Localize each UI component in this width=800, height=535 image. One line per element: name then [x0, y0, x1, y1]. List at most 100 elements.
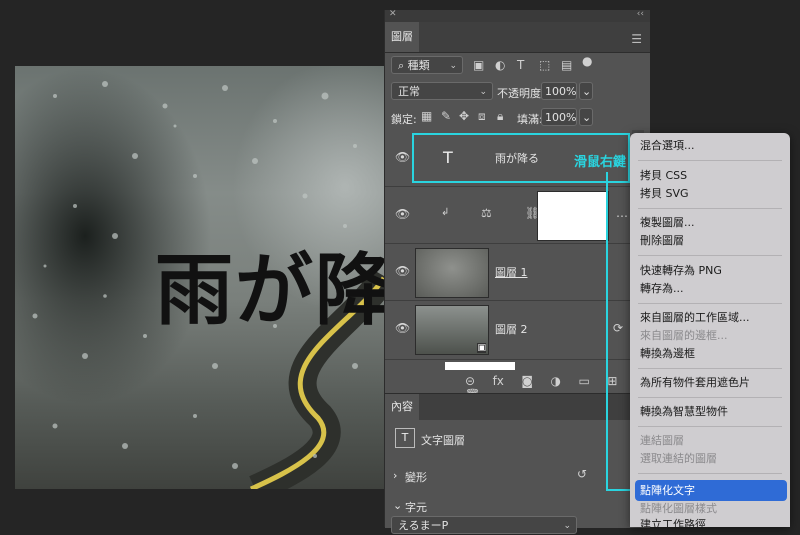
panel-menu-icon[interactable]: ☰	[631, 32, 642, 46]
menu-item-delete-layer[interactable]: 刪除圖層	[640, 233, 684, 249]
smart-object-filter-icon[interactable]: ▤	[561, 58, 572, 72]
chevron-down-icon: ⌄	[582, 85, 592, 98]
layer-row-adjustment[interactable]: 👁︎ ↲ ⚖ ⛓ …	[385, 187, 630, 244]
eye-icon[interactable]: 👁︎	[395, 207, 410, 221]
fill-label: 填滿:	[517, 113, 543, 126]
opacity-value: 100%	[545, 85, 577, 98]
lock-transparent-icon[interactable]: ▦	[421, 109, 432, 123]
opacity-dropdown[interactable]: ⌄	[579, 82, 593, 100]
layer-name[interactable]: 圖層 2	[495, 321, 528, 337]
properties-tabbar	[419, 394, 650, 420]
shape-filter-icon[interactable]: ⬚	[539, 58, 550, 72]
panel-tabbar: 圖層 ☰	[385, 22, 650, 53]
clip-arrow-icon: ↲	[441, 207, 450, 218]
menu-item-blending-options[interactable]: 混合選項...	[640, 138, 695, 154]
layer-thumbnail: ▣	[415, 305, 489, 355]
adjustment-filter-icon[interactable]: ◐	[495, 58, 505, 72]
chevron-down-icon: ⌄	[449, 61, 457, 71]
menu-item-rasterize-type[interactable]: 點陣化文字	[640, 483, 695, 499]
context-menu: 混合選項... 拷貝 CSS 拷貝 SVG 複製圖層... 刪除圖層 快速轉存為…	[630, 133, 790, 527]
menu-item-artboard-from-layers[interactable]: 來自圖層的工作區域...	[640, 310, 750, 326]
layer-thumbnail	[415, 248, 489, 298]
chevron-down-icon: ⌄	[479, 87, 487, 97]
reset-icon[interactable]: ↺	[577, 467, 587, 481]
new-layer-icon[interactable]: ⊞	[607, 374, 617, 388]
chevron-right-icon[interactable]: ›	[393, 469, 397, 482]
menu-item-mask-all-objects[interactable]: 為所有物件套用遮色片	[640, 375, 750, 391]
font-value: えるまーP	[398, 519, 449, 532]
chevron-down-icon[interactable]: ⌄	[393, 499, 402, 512]
menu-item-convert-to-frame[interactable]: 轉換為邊框	[640, 346, 695, 362]
menu-item-export-as[interactable]: 轉存為...	[640, 281, 684, 297]
character-section[interactable]: 字元	[405, 499, 427, 515]
layers-panel: ✕ ‹‹ 圖層 ☰ ⌕ 種類 ⌄ ▣ ◐ T ⬚ ▤ ● 正常 ⌄ 不透明度: …	[384, 9, 650, 534]
blend-mode-select[interactable]: 正常 ⌄	[391, 82, 493, 100]
menu-item-copy-svg[interactable]: 拷貝 SVG	[640, 186, 689, 202]
menu-item-select-linked: 選取連結的圖層	[640, 452, 717, 465]
menu-separator	[638, 303, 782, 304]
tab-properties[interactable]: 內容	[385, 394, 420, 420]
menu-item-copy-css[interactable]: 拷貝 CSS	[640, 168, 687, 184]
fx-icon[interactable]: fx	[493, 374, 504, 388]
menu-item-convert-smart-object[interactable]: 轉換為智慧型物件	[640, 404, 728, 420]
menu-item-frame-from-layers: 來自圖層的邊框...	[640, 329, 728, 342]
close-icon[interactable]: ✕	[389, 9, 397, 19]
callout-line	[606, 172, 608, 491]
menu-separator	[638, 397, 782, 398]
panel-titlebar: ✕ ‹‹	[385, 9, 650, 22]
add-mask-icon[interactable]: ◙	[521, 374, 533, 388]
menu-separator	[638, 426, 782, 427]
link-layers-icon[interactable]: ⊝	[465, 374, 475, 388]
image-filter-icon[interactable]: ▣	[473, 58, 484, 72]
chevron-down-icon: ⌄	[582, 111, 592, 124]
fill-value: 100%	[545, 111, 577, 124]
layer-row-1[interactable]: 👁︎ 圖層 1	[385, 244, 630, 301]
layer-row-2[interactable]: 👁︎ ▣ 圖層 2 ⟳	[385, 301, 630, 360]
text-layer-label: 文字圖層	[421, 434, 465, 447]
layer-mask-thumbnail[interactable]	[537, 191, 609, 241]
eye-icon[interactable]: 👁︎	[395, 150, 410, 164]
adjustment-layer-icon[interactable]: ◑	[551, 374, 561, 388]
callout-label: 滑鼠右鍵	[574, 155, 627, 170]
menu-separator	[638, 160, 782, 161]
filter-kind-select[interactable]: ⌕ 種類 ⌄	[391, 56, 463, 74]
smart-object-badge-icon: ▣	[477, 343, 486, 353]
search-icon: ⌕	[398, 59, 408, 72]
fill-field[interactable]: 100%	[541, 108, 577, 126]
properties-panel: 內容 T 文字圖層 › 變形 ↺ ⌄ 字元 えるまーP ⌄	[385, 393, 650, 534]
menu-separator	[638, 208, 782, 209]
type-filter-icon[interactable]: T	[517, 58, 524, 72]
canvas-text: 雨が降	[155, 246, 384, 336]
folder-icon[interactable]: ▭	[579, 374, 590, 388]
menu-item-rasterize-layer-style: 點陣化圖層樣式	[640, 502, 717, 515]
lock-artboard-icon[interactable]: ⧈	[478, 109, 486, 124]
opacity-field[interactable]: 100%	[541, 82, 577, 100]
blend-mode-value: 正常	[398, 85, 420, 98]
filter-toggle-icon[interactable]: ●	[582, 54, 592, 70]
lock-move-icon[interactable]: ✥	[459, 109, 469, 123]
link-icon: ⟳	[613, 321, 624, 335]
menu-item-link-layers: 連結圖層	[640, 434, 684, 447]
eye-icon[interactable]: 👁︎	[395, 321, 410, 335]
font-select[interactable]: えるまーP ⌄	[391, 516, 577, 534]
menu-item-create-work-path[interactable]: 建立工作路徑	[640, 517, 706, 527]
opacity-label: 不透明度:	[497, 87, 545, 100]
transform-section[interactable]: 變形	[405, 469, 427, 485]
lock-all-icon[interactable]: 🔒︎	[497, 109, 503, 124]
menu-item-quick-export[interactable]: 快速轉存為 PNG	[640, 263, 722, 279]
collapse-icon[interactable]: ‹‹	[637, 9, 644, 19]
balance-icon: ⚖	[481, 206, 492, 220]
eye-icon[interactable]: 👁︎	[395, 264, 410, 278]
layer-partial-thumbnail	[445, 362, 515, 370]
lock-brush-icon[interactable]: ✎	[441, 109, 451, 123]
chevron-down-icon: ⌄	[563, 521, 571, 531]
tab-layers[interactable]: 圖層	[385, 22, 419, 52]
layer-name[interactable]: 圖層 1	[495, 264, 528, 280]
document-canvas[interactable]: 雨が降	[15, 66, 384, 489]
lock-label: 鎖定:	[391, 113, 417, 126]
filter-kind-value: 種類	[407, 59, 430, 72]
more-icon[interactable]: …	[616, 206, 628, 220]
menu-item-duplicate-layer[interactable]: 複製圖層...	[640, 215, 695, 231]
fill-dropdown[interactable]: ⌄	[579, 108, 593, 126]
menu-separator	[638, 473, 782, 474]
